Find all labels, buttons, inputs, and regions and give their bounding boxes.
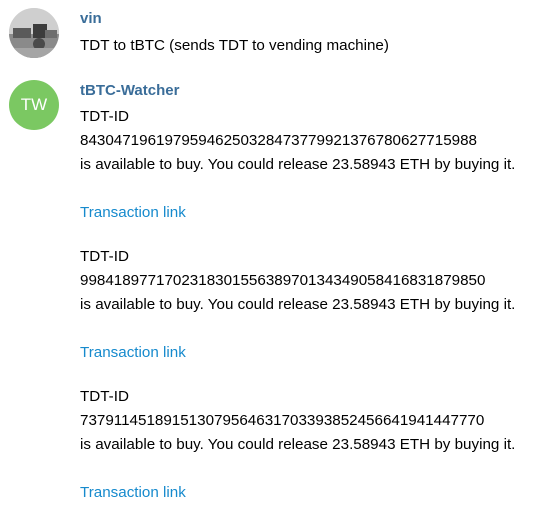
transaction-link[interactable]: Transaction link	[80, 204, 186, 222]
tdt-id-label: TDT-ID	[80, 388, 129, 405]
availability-text: is available to buy. You could release 2…	[80, 436, 516, 453]
tdt-id-value: 7379114518915130795646317033938524566419…	[80, 412, 485, 429]
avatar[interactable]: TW	[9, 80, 59, 130]
transaction-link[interactable]: Transaction link	[80, 484, 186, 502]
sender-name[interactable]: vin	[80, 10, 102, 27]
tdt-id-label: TDT-ID	[80, 248, 129, 265]
tdt-id-value: 9984189771702318301556389701343490584168…	[80, 272, 486, 289]
avatar[interactable]	[9, 8, 59, 58]
availability-text: is available to buy. You could release 2…	[80, 156, 516, 173]
message-vin: vin TDT to tBTC (sends TDT to vending ma…	[0, 0, 557, 70]
availability-text: is available to buy. You could release 2…	[80, 296, 516, 313]
tdt-id-value: 8430471961979594625032847377992137678062…	[80, 132, 477, 149]
transaction-link[interactable]: Transaction link	[80, 344, 186, 362]
tdt-id-label: TDT-ID	[80, 108, 129, 125]
message-tbtc-watcher: TW tBTC-Watcher TDT-ID 84304719619795946…	[0, 70, 557, 515]
sender-name[interactable]: tBTC-Watcher	[80, 82, 179, 99]
user-photo-avatar-icon	[9, 8, 59, 58]
message-text: TDT to tBTC (sends TDT to vending machin…	[80, 37, 389, 54]
